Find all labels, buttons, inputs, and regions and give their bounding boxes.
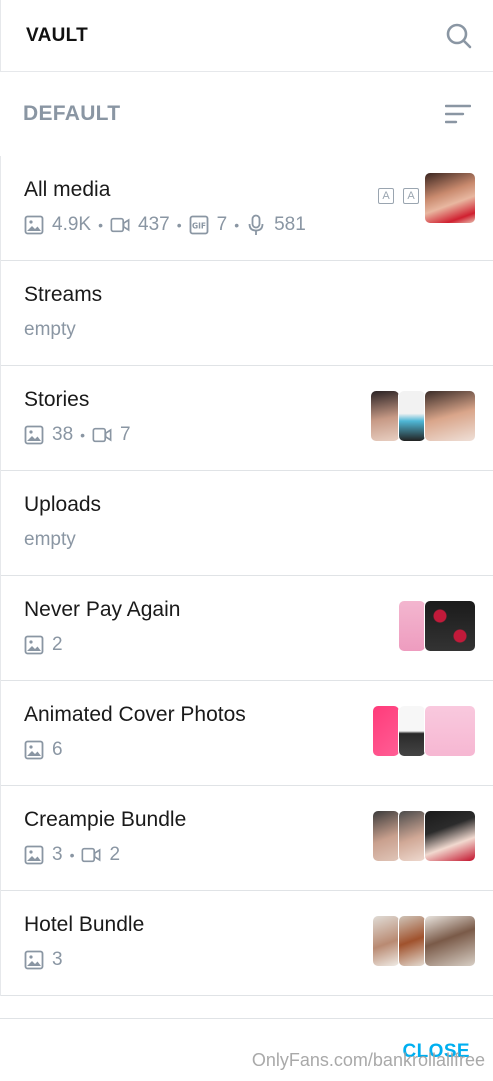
svg-text:GIF: GIF (192, 222, 206, 231)
list-item-uploads[interactable]: Uploads empty (1, 471, 493, 576)
photo-count: 3 (52, 844, 63, 865)
media-thumbnail (372, 705, 400, 757)
media-thumbnail (398, 390, 426, 442)
media-thumbnail (424, 172, 476, 224)
thumbnail-group (370, 390, 476, 442)
empty-label: empty (24, 529, 76, 550)
photo-icon (24, 950, 44, 970)
thumbnail-group (424, 172, 476, 224)
gif-count: 7 (216, 214, 228, 235)
media-thumbnail (424, 915, 476, 967)
media-thumbnail (398, 810, 426, 862)
separator-dot: • (80, 427, 86, 443)
video-icon (110, 215, 130, 235)
photo-icon (24, 425, 44, 445)
media-thumbnail (424, 600, 476, 652)
text-badge-icon: A (378, 188, 394, 204)
list-item-all-media[interactable]: All media 4.9K • 437 • GIF 7 • 581 A A (1, 156, 493, 261)
list-item-never-pay-again[interactable]: Never Pay Again 2 (1, 576, 493, 681)
text-badge-icon: A (403, 188, 419, 204)
photo-count: 2 (52, 634, 63, 655)
list-item-name: All media (24, 178, 111, 201)
list-item-counts: empty (24, 529, 493, 551)
video-icon (92, 425, 112, 445)
photo-icon (24, 635, 44, 655)
search-icon[interactable] (445, 22, 473, 50)
video-icon (81, 845, 101, 865)
list-item-streams[interactable]: Streams empty (1, 261, 493, 366)
separator-dot: • (234, 217, 240, 233)
sort-icon[interactable] (445, 103, 471, 125)
video-count: 2 (109, 844, 121, 865)
section-header: DEFAULT (0, 72, 493, 156)
top-bar: VAULT (0, 0, 493, 72)
list-item-name: Uploads (24, 493, 102, 516)
thumbnail-group (398, 600, 476, 652)
thumbnail-group (372, 705, 476, 757)
watermark: OnlyFans.com/bankrollallfree (251, 1050, 485, 1070)
separator-dot: • (69, 847, 75, 863)
video-count: 7 (120, 424, 131, 445)
photo-count: 3 (52, 949, 63, 970)
photo-icon (24, 215, 44, 235)
gif-icon: GIF (189, 215, 209, 235)
separator-dot: • (176, 217, 182, 233)
microphone-icon (246, 214, 266, 235)
photo-icon (24, 845, 44, 865)
media-thumbnail (398, 915, 426, 967)
list-item-hotel-bundle[interactable]: Hotel Bundle 3 (1, 891, 493, 996)
empty-label: empty (24, 319, 76, 340)
photo-count: 6 (52, 739, 63, 760)
media-thumbnail (424, 390, 476, 442)
page-title: VAULT (26, 24, 89, 46)
photo-count: 38 (52, 424, 74, 445)
media-thumbnail (424, 705, 476, 757)
media-thumbnail (398, 705, 426, 757)
list-item-counts: 4.9K • 437 • GIF 7 • 581 (24, 214, 493, 236)
photo-count: 4.9K (52, 214, 92, 235)
list-item-name: Streams (24, 283, 103, 306)
list-item-counts: empty (24, 319, 493, 341)
vault-list: All media 4.9K • 437 • GIF 7 • 581 A A S… (0, 156, 493, 996)
thumbnail-group (372, 810, 476, 862)
audio-count: 581 (274, 214, 306, 235)
media-thumbnail (372, 810, 400, 862)
media-thumbnail (372, 915, 400, 967)
media-thumbnail (424, 810, 476, 862)
separator-dot: • (98, 217, 103, 233)
list-item-animated-cover-photos[interactable]: Animated Cover Photos 6 (1, 681, 493, 786)
media-thumbnail (398, 600, 426, 652)
list-item-creampie-bundle[interactable]: Creampie Bundle 3 • 2 (1, 786, 493, 891)
media-type-badges: A A (378, 188, 419, 204)
video-count: 437 (138, 214, 170, 235)
media-thumbnail (370, 390, 400, 442)
photo-icon (24, 740, 44, 760)
list-item-stories[interactable]: Stories 38 • 7 (1, 366, 493, 471)
section-label: DEFAULT (23, 102, 121, 125)
thumbnail-group (372, 915, 476, 967)
